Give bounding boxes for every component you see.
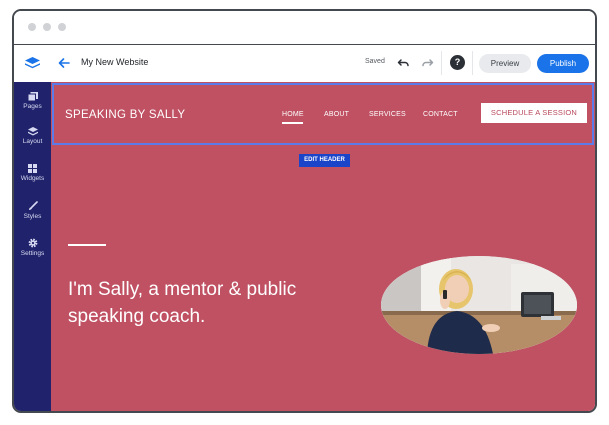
sidebar-item-layout[interactable]: Layout bbox=[14, 127, 51, 145]
editor-toolbar: My New Website Saved ? Preview Publish bbox=[14, 45, 595, 83]
hero-photo[interactable] bbox=[381, 256, 577, 354]
sidebar-item-pages[interactable]: Pages bbox=[14, 92, 51, 110]
sidebar-item-label: Styles bbox=[23, 213, 42, 220]
sidebar-item-label: Settings bbox=[20, 250, 45, 257]
brush-icon bbox=[28, 201, 38, 210]
toolbar-divider bbox=[472, 51, 473, 75]
site-brand[interactable]: SPEAKING BY SALLY bbox=[65, 109, 185, 121]
preview-button[interactable]: Preview bbox=[479, 54, 531, 73]
edit-header-button[interactable]: EDIT HEADER bbox=[299, 154, 350, 167]
hero-title[interactable]: I'm Sally, a mentor & public speaking co… bbox=[68, 276, 328, 330]
save-status: Saved bbox=[365, 58, 385, 65]
nav-link-about[interactable]: ABOUT bbox=[324, 111, 349, 118]
editor-sidebar: Pages Layout Widgets Styles Settings bbox=[14, 82, 51, 411]
layout-icon bbox=[27, 127, 38, 136]
toolbar-divider bbox=[441, 51, 442, 75]
pages-icon bbox=[27, 92, 38, 101]
page-canvas[interactable]: SPEAKING BY SALLY HOME ABOUT SERVICES CO… bbox=[51, 82, 595, 411]
sidebar-item-label: Pages bbox=[23, 103, 42, 110]
hero-photo-illustration bbox=[381, 256, 577, 354]
gear-icon bbox=[28, 238, 37, 248]
sidebar-item-widgets[interactable]: Widgets bbox=[14, 164, 51, 182]
sidebar-item-styles[interactable]: Styles bbox=[14, 201, 51, 220]
schedule-session-button[interactable]: SCHEDULE A SESSION bbox=[481, 103, 587, 123]
undo-icon[interactable] bbox=[397, 56, 410, 69]
hero-divider bbox=[68, 244, 106, 246]
app-window: My New Website Saved ? Preview Publish P… bbox=[12, 9, 597, 413]
redo-icon[interactable] bbox=[421, 56, 434, 69]
widgets-icon bbox=[28, 164, 37, 173]
sidebar-item-settings[interactable]: Settings bbox=[14, 238, 51, 257]
nav-active-underline bbox=[282, 122, 303, 124]
nav-link-contact[interactable]: CONTACT bbox=[423, 111, 458, 118]
window-minimize-dot[interactable] bbox=[43, 23, 51, 31]
layers-logo-icon[interactable] bbox=[14, 45, 51, 82]
window-maximize-dot[interactable] bbox=[58, 23, 66, 31]
publish-button[interactable]: Publish bbox=[537, 54, 589, 73]
sidebar-item-label: Widgets bbox=[20, 175, 45, 182]
nav-link-services[interactable]: SERVICES bbox=[369, 111, 406, 118]
sidebar-item-label: Layout bbox=[22, 138, 43, 145]
window-close-dot[interactable] bbox=[28, 23, 36, 31]
nav-link-home[interactable]: HOME bbox=[282, 111, 304, 118]
help-icon[interactable]: ? bbox=[450, 55, 465, 70]
site-name[interactable]: My New Website bbox=[81, 57, 148, 67]
back-arrow-icon[interactable] bbox=[57, 56, 71, 70]
window-titlebar bbox=[14, 11, 595, 45]
